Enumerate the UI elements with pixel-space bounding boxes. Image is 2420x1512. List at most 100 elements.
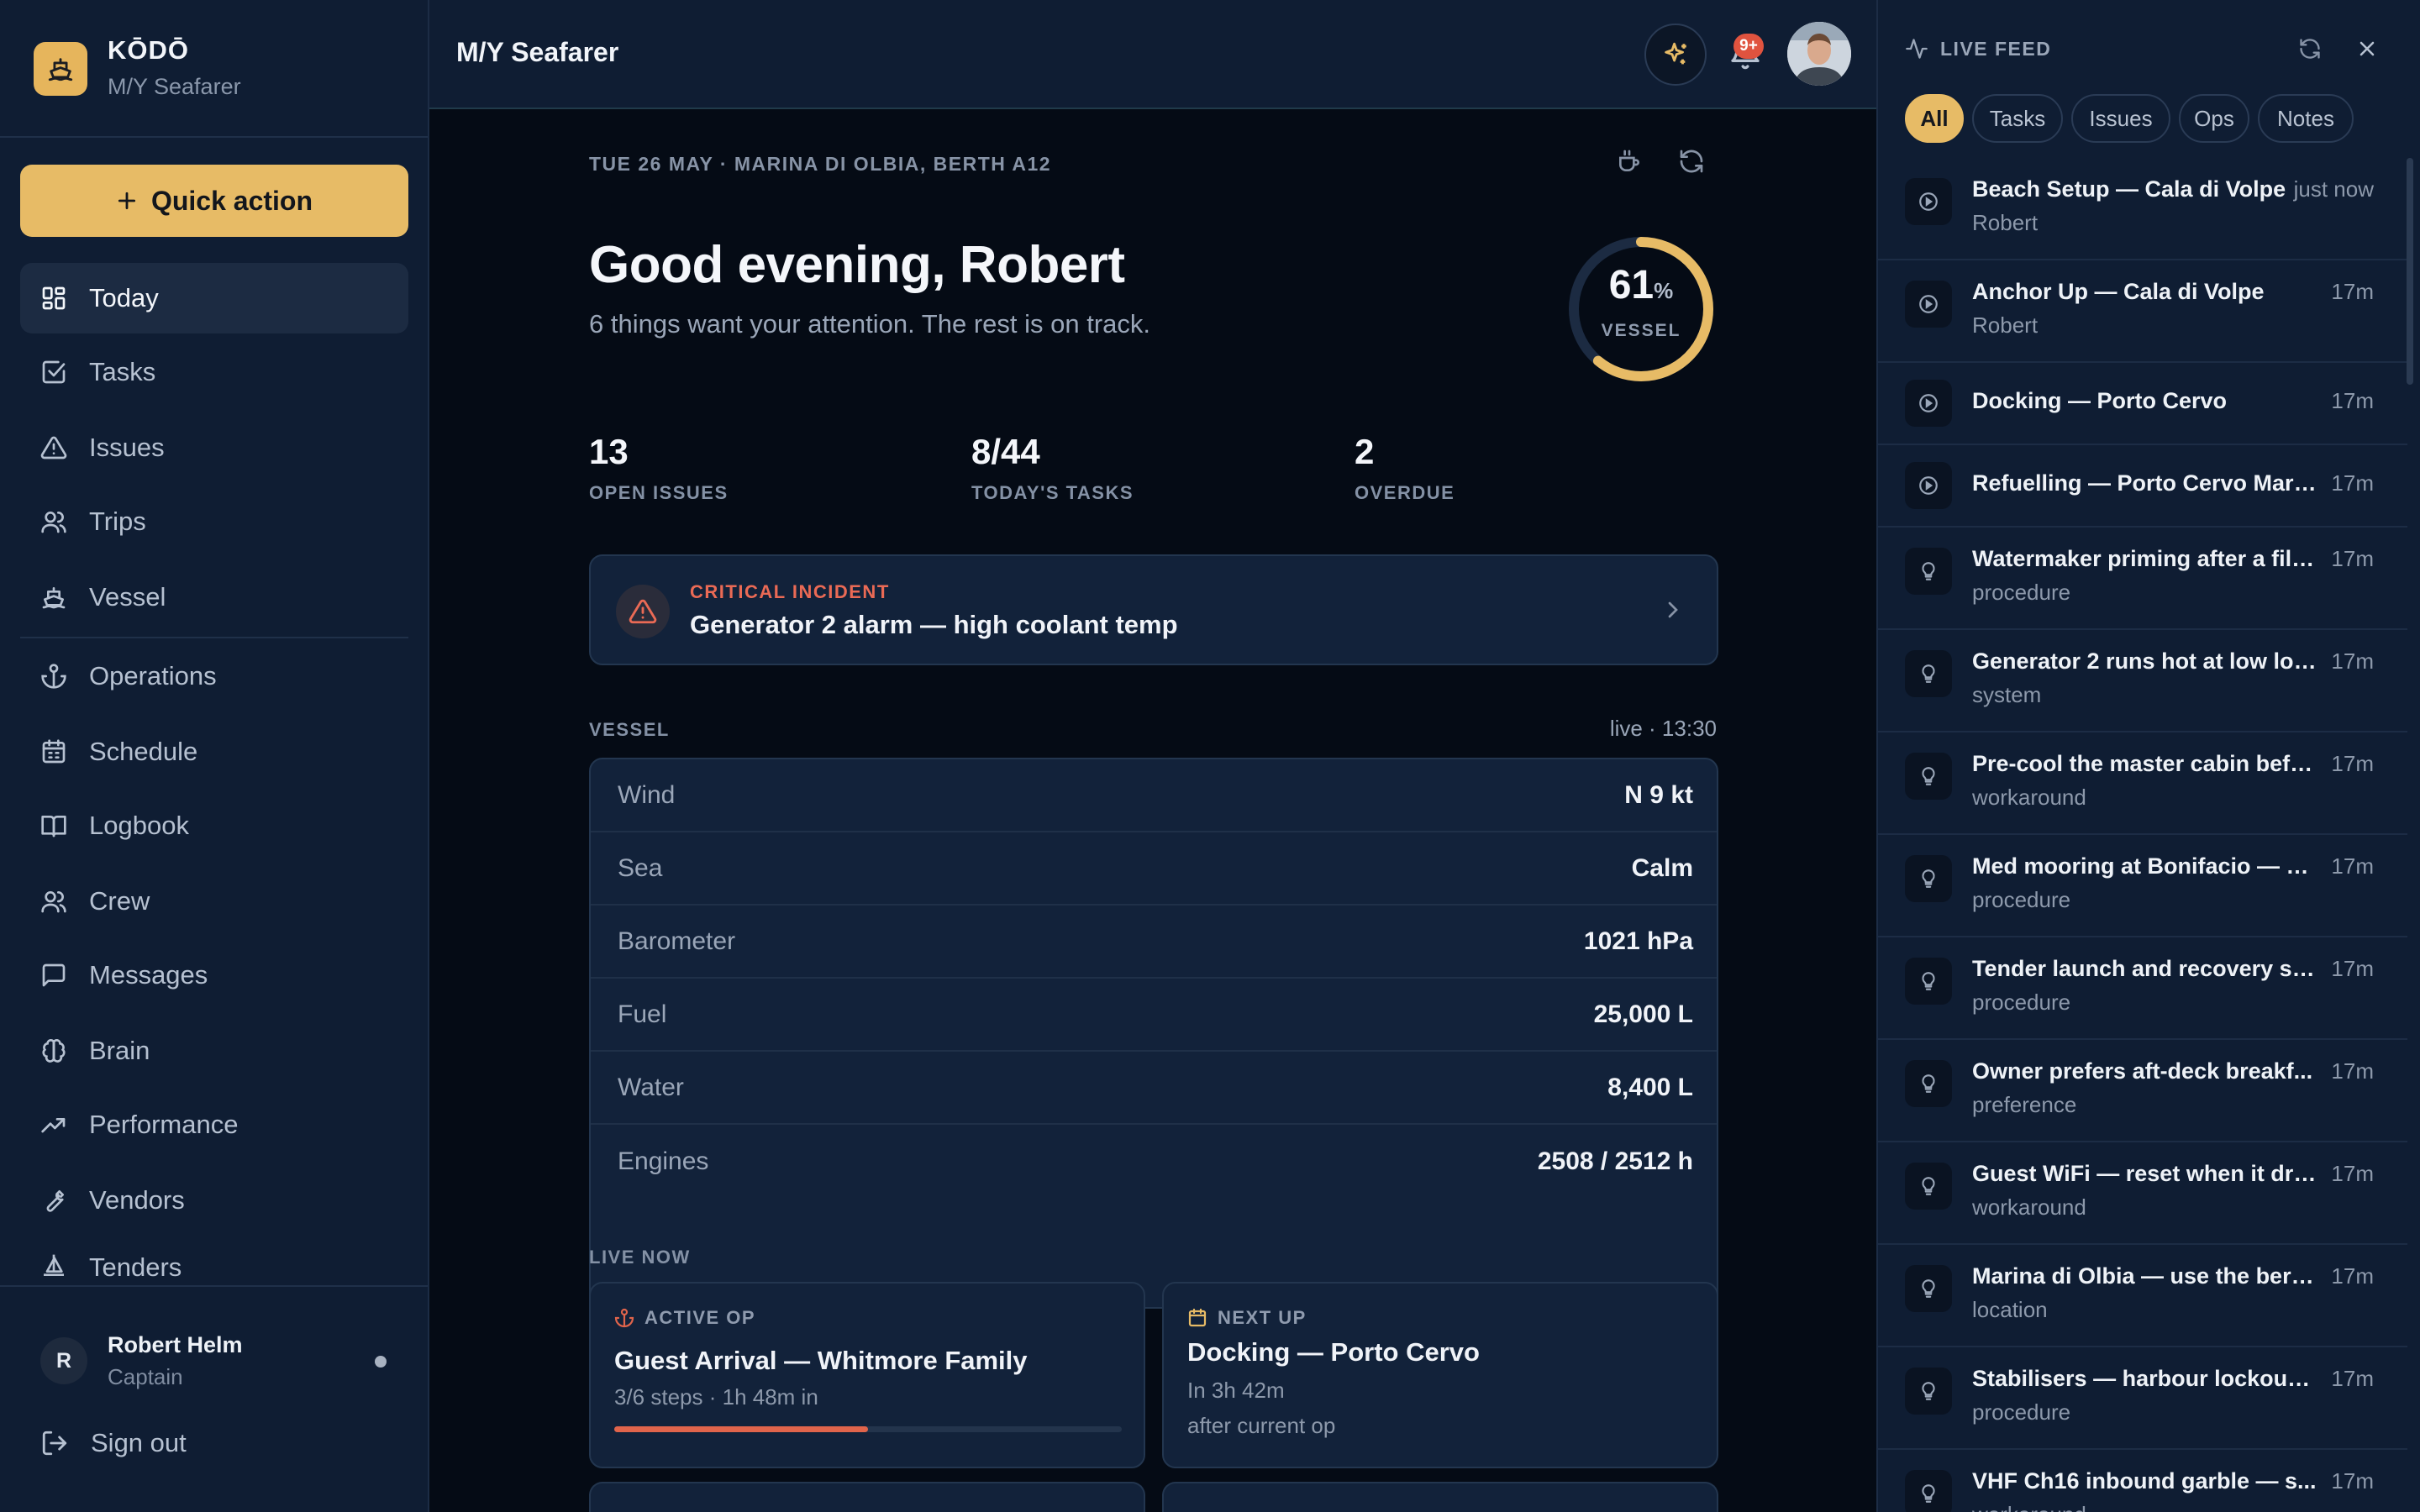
sign-out-button[interactable]: Sign out — [40, 1428, 187, 1458]
profile-avatar[interactable] — [1787, 22, 1851, 86]
lightbulb-icon — [1905, 1265, 1952, 1312]
feed-item-title: Generator 2 runs hot at low load — [1972, 648, 2317, 674]
feed-item[interactable]: Guest WiFi — reset when it dro... workaro… — [1878, 1142, 2407, 1245]
sidebar-item-label: Trips — [89, 507, 146, 536]
next-up-card[interactable]: NEXT UP Docking — Porto Cervo In 3h 42m … — [1162, 1282, 1718, 1468]
sidebar-item-schedule[interactable]: Schedule — [20, 717, 408, 787]
crew-icon — [41, 891, 66, 913]
lightbulb-icon — [1905, 855, 1952, 902]
quick-action-button[interactable]: Quick action — [20, 165, 408, 237]
sidebar-item-tenders[interactable]: Tenders — [20, 1239, 408, 1286]
user-role: Captain — [108, 1364, 183, 1389]
warning-icon — [40, 436, 67, 459]
filter-chip-issues[interactable]: Issues — [2071, 94, 2170, 143]
sidebar-item-logbook[interactable]: Logbook — [20, 790, 408, 861]
sidebar-item-label: Tenders — [89, 1252, 182, 1282]
sidebar-item-label: Brain — [89, 1036, 150, 1065]
sidebar-item-label: Issues — [89, 433, 165, 462]
feed-scrollbar[interactable] — [2407, 158, 2413, 385]
stat-overdue-value: 2 — [1355, 432, 1375, 471]
coffee-button[interactable] — [1616, 148, 1643, 175]
sidebar-item-performance[interactable]: Performance — [20, 1089, 408, 1160]
next-up-note: after current op — [1187, 1413, 1336, 1438]
date-location: TUE 26 MAY · MARINA DI OLBIA, BERTH A12 — [589, 153, 1052, 175]
card-preview[interactable] — [1162, 1482, 1718, 1512]
sidebar-item-issues[interactable]: Issues — [20, 412, 408, 483]
active-op-title: Guest Arrival — Whitmore Family — [614, 1346, 1028, 1375]
feed-item-time: 17m — [2331, 1366, 2374, 1391]
sidebar-item-label: Vessel — [89, 582, 166, 612]
feed-item-title: Med mooring at Bonifacio — st... — [1972, 853, 2317, 879]
live-now-label: LIVE NOW — [589, 1247, 691, 1268]
ai-assistant-button[interactable] — [1644, 24, 1707, 86]
anchor-icon — [41, 664, 66, 689]
feed-item[interactable]: Pre-cool the master cabin befo... workaro… — [1878, 732, 2407, 835]
feed-item[interactable]: Beach Setup — Cala di Volpe Robert just no… — [1878, 158, 2407, 260]
vessel-section-label: VESSEL — [589, 719, 670, 740]
feed-item-time: 17m — [2331, 751, 2374, 776]
table-row: Water 8,400 L — [591, 1052, 1717, 1125]
lightbulb-icon — [1905, 548, 1952, 595]
feed-item-time: 17m — [2331, 1161, 2374, 1186]
critical-incident-card[interactable]: CRITICAL INCIDENT Generator 2 alarm — hi… — [589, 554, 1718, 665]
filter-chip-notes[interactable]: Notes — [2258, 94, 2354, 143]
feed-item[interactable]: Stabilisers — harbour lockout ... procedu… — [1878, 1347, 2407, 1450]
alert-icon — [616, 585, 670, 638]
sidebar-item-vendors[interactable]: Vendors — [20, 1165, 408, 1236]
table-row: Sea Calm — [591, 832, 1717, 906]
filter-chip-all[interactable]: All — [1905, 94, 1964, 143]
sidebar-item-label: Today — [89, 283, 159, 312]
feed-refresh-button[interactable] — [2298, 37, 2322, 60]
feed-item[interactable]: Owner prefers aft-deck breakf... preferen… — [1878, 1040, 2407, 1142]
coffee-icon — [1619, 150, 1639, 171]
feed-item[interactable]: Med mooring at Bonifacio — st... procedur… — [1878, 835, 2407, 937]
stat-todays-tasks-value: 8/44 — [971, 432, 1040, 471]
sidebar-item-label: Vendors — [89, 1185, 185, 1215]
sidebar-item-messages[interactable]: Messages — [20, 940, 408, 1011]
brand-vessel: M/Y Seafarer — [108, 74, 241, 99]
feed-item[interactable]: Tender launch and recovery se... procedur… — [1878, 937, 2407, 1040]
filter-chip-tasks[interactable]: Tasks — [1972, 94, 2063, 143]
stat-todays-tasks-label: TODAY'S TASKS — [971, 482, 1134, 503]
feed-item[interactable]: Docking — Porto Cervo 17m — [1878, 363, 2407, 445]
feed-item-subtitle: procedure — [1972, 1399, 2071, 1425]
sidebar-item-trips[interactable]: Trips — [20, 486, 408, 557]
sign-out-label: Sign out — [91, 1428, 187, 1457]
feed-item[interactable]: Marina di Olbia — use the bert... locatio… — [1878, 1245, 2407, 1347]
feed-item[interactable]: Watermaker priming after a filt... proced… — [1878, 528, 2407, 630]
lightbulb-icon — [1905, 753, 1952, 800]
feed-item[interactable]: Generator 2 runs hot at low load system 17… — [1878, 630, 2407, 732]
feed-item[interactable]: Anchor Up — Cala di Volpe Robert 17m — [1878, 260, 2407, 363]
feed-item-title: Watermaker priming after a filt... — [1972, 546, 2317, 571]
sidebar-item-today[interactable]: Today — [20, 263, 408, 333]
top-bar: M/Y Seafarer 9+ — [429, 0, 1876, 109]
sidebar-item-tasks[interactable]: Tasks — [20, 337, 408, 407]
incident-tag: CRITICAL INCIDENT — [690, 581, 890, 602]
active-op-progress-bar — [614, 1426, 1122, 1432]
card-preview[interactable] — [589, 1482, 1145, 1512]
user-avatar[interactable]: R — [40, 1337, 87, 1384]
feed-item[interactable]: VHF Ch16 inbound garble — s... workaround… — [1878, 1450, 2407, 1512]
anchor-icon — [614, 1308, 634, 1328]
feed-close-button[interactable] — [2355, 37, 2379, 60]
sidebar-item-crew[interactable]: Crew — [20, 866, 408, 937]
sidebar-item-label: Crew — [89, 886, 150, 916]
feed-item-subtitle: procedure — [1972, 990, 2071, 1015]
sidebar-item-vessel[interactable]: Vessel — [20, 562, 408, 633]
lightbulb-icon — [1905, 1368, 1952, 1415]
feed-item-time: 17m — [2331, 648, 2374, 674]
sidebar-item-operations[interactable]: Operations — [20, 641, 408, 711]
active-op-tag: ACTIVE OP — [614, 1307, 755, 1329]
feed-item-time: 17m — [2331, 1058, 2374, 1084]
feed-item-time: 17m — [2331, 956, 2374, 981]
feed-item[interactable]: Refuelling — Porto Cervo Marina 17m — [1878, 445, 2407, 528]
page-title: M/Y Seafarer — [456, 37, 619, 67]
feed-item-subtitle: preference — [1972, 1092, 2077, 1117]
nav-divider — [20, 637, 408, 638]
filter-chip-ops[interactable]: Ops — [2179, 94, 2249, 143]
feed-item-time: 17m — [2331, 853, 2374, 879]
sidebar-item-brain[interactable]: Brain — [20, 1016, 408, 1086]
active-op-card[interactable]: ACTIVE OP Guest Arrival — Whitmore Famil… — [589, 1282, 1145, 1468]
refresh-button[interactable] — [1678, 148, 1705, 175]
feed-item-time: 17m — [2331, 1263, 2374, 1289]
